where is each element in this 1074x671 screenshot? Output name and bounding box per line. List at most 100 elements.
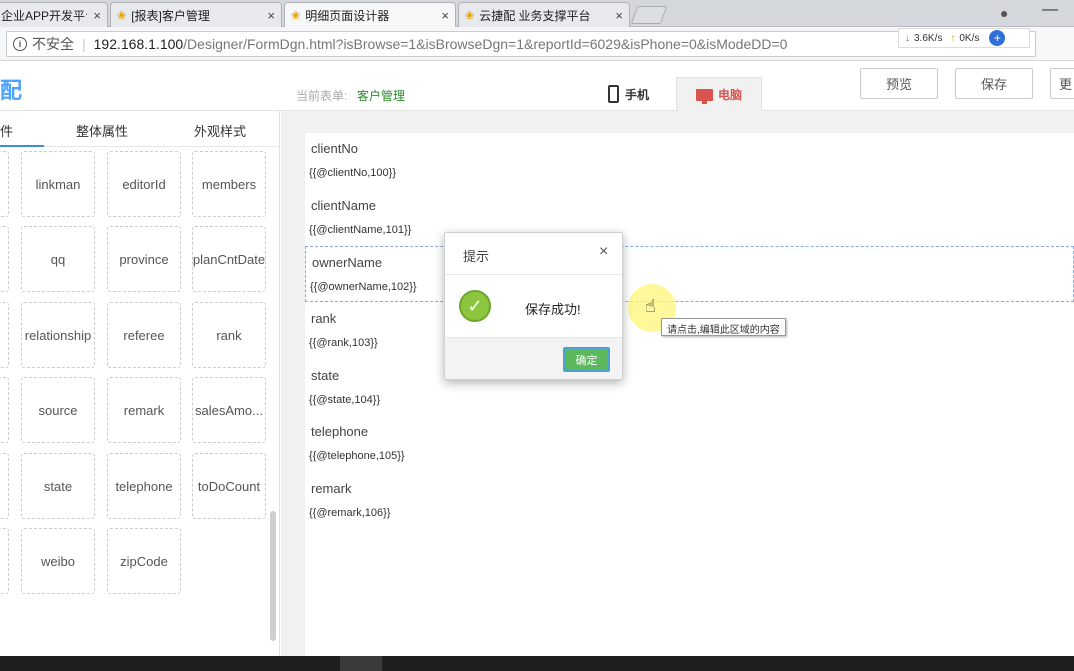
- divider: |: [82, 36, 86, 52]
- tab-pc-mode[interactable]: 电脑: [676, 77, 762, 111]
- taskbar-item[interactable]: [340, 656, 382, 671]
- field-block-telephone[interactable]: telephone {{@telephone,105}}: [305, 416, 1074, 472]
- network-speed-widget: ↓ 3.6K/s ↑ 0K/s +: [898, 28, 1030, 48]
- field-chip[interactable]: editorId: [107, 151, 181, 217]
- success-check-icon: ✓: [459, 290, 491, 322]
- panel-scrollbar[interactable]: [270, 511, 276, 641]
- field-chip[interactable]: weibo: [21, 528, 95, 594]
- browser-tab-title: [报表]客户管理: [131, 8, 210, 23]
- dialog-message: 保存成功!: [525, 302, 581, 317]
- field-grid: e linkman editorId members ... qq provin…: [0, 147, 270, 656]
- field-chip[interactable]: planCntDate: [192, 226, 266, 292]
- field-block-state[interactable]: state {{@state,104}}: [305, 360, 1074, 416]
- url-host: 192.168.1.100: [93, 36, 184, 52]
- close-icon[interactable]: ×: [615, 8, 623, 23]
- current-form-name: 客户管理: [357, 89, 406, 103]
- phone-icon: [608, 85, 619, 103]
- profile-icon[interactable]: ●: [1000, 5, 1008, 21]
- field-chip[interactable]: e: [0, 151, 9, 217]
- confirm-button[interactable]: 确定: [563, 347, 610, 372]
- dialog-body: ✓ 保存成功!: [445, 275, 622, 337]
- field-chip[interactable]: members: [192, 151, 266, 217]
- tab-appearance-style[interactable]: 外观样式: [194, 121, 246, 140]
- download-speed: 3.6K/s: [914, 32, 943, 44]
- field-chip[interactable]: relationship: [21, 302, 95, 368]
- field-block-remark[interactable]: remark {{@remark,106}}: [305, 473, 1074, 529]
- field-chip[interactable]: source: [21, 377, 95, 443]
- current-form-label: 当前表单:: [296, 89, 348, 103]
- field-chip[interactable]: linkman: [21, 151, 95, 217]
- field-block-clientno[interactable]: clientNo {{@clientNo,100}}: [305, 133, 1074, 189]
- hand-cursor-icon: ☝: [645, 296, 656, 316]
- field-chip[interactable]: salesAmo...: [192, 377, 266, 443]
- field-placeholder: {{@remark,106}}: [309, 507, 391, 519]
- browser-tab-designer[interactable]: ❀ 明细页面设计器 ×: [284, 2, 456, 28]
- panel-tabs: 件 整体属性 外观样式: [0, 111, 280, 147]
- field-chip[interactable]: zipCode: [107, 528, 181, 594]
- browser-tab-app-platform[interactable]: 企业APP开发平台 ×: [0, 2, 108, 27]
- field-placeholder: {{@state,104}}: [309, 394, 381, 406]
- favicon-icon: ❀: [291, 10, 301, 22]
- field-block-clientname[interactable]: clientName {{@clientName,101}}: [305, 190, 1074, 246]
- field-chip[interactable]: qq: [21, 226, 95, 292]
- logo: 配: [0, 78, 22, 103]
- close-icon[interactable]: ×: [599, 243, 608, 261]
- close-icon[interactable]: ×: [441, 8, 449, 23]
- field-chip[interactable]: remark: [107, 377, 181, 443]
- url-field[interactable]: i 不安全 | 192.168.1.100 /Designer/FormDgn.…: [6, 31, 1036, 57]
- more-button[interactable]: 更: [1050, 68, 1074, 99]
- field-chip[interactable]: rank: [192, 302, 266, 368]
- close-icon[interactable]: ×: [93, 8, 101, 23]
- field-label: clientNo: [311, 141, 358, 156]
- dialog-title: 提示: [463, 249, 490, 264]
- field-chip[interactable]: er: [0, 453, 9, 519]
- url-path: /Designer/FormDgn.html?isBrowse=1&isBrow…: [183, 36, 788, 52]
- browser-tab-title: 明细页面设计器: [305, 9, 390, 23]
- browser-tab-title: 云捷配 业务支撑平台: [479, 8, 591, 23]
- minimize-icon[interactable]: —: [1042, 1, 1058, 19]
- field-chip[interactable]: province: [107, 226, 181, 292]
- dialog-header: 提示 ×: [445, 233, 622, 275]
- browser-tab-yunjiepei[interactable]: ❀ 云捷配 业务支撑平台 ×: [458, 2, 630, 27]
- field-chip[interactable]: referee: [107, 302, 181, 368]
- save-success-dialog: 提示 × ✓ 保存成功! 确定: [444, 232, 623, 380]
- tab-pc-label: 电脑: [717, 88, 742, 102]
- extension-badge-icon[interactable]: +: [989, 30, 1006, 46]
- field-placeholder: {{@rank,103}}: [309, 337, 378, 349]
- monitor-icon: [695, 88, 713, 104]
- field-chip[interactable]: ...: [0, 226, 9, 292]
- security-label: 不安全: [32, 36, 74, 52]
- field-chip[interactable]: toDoCount: [192, 453, 266, 519]
- field-label: telephone: [311, 424, 369, 439]
- preview-button[interactable]: 预览: [860, 68, 938, 99]
- save-button[interactable]: 保存: [955, 68, 1033, 99]
- field-chip[interactable]: c: [0, 302, 9, 368]
- field-placeholder: {{@telephone,105}}: [309, 450, 405, 462]
- upload-speed: 0K/s: [959, 32, 980, 44]
- close-icon[interactable]: ×: [267, 8, 275, 23]
- field-block-ownername[interactable]: ownerName {{@ownerName,102}}: [305, 246, 1074, 302]
- field-chip[interactable]: telephone: [107, 453, 181, 519]
- design-canvas: clientNo {{@clientNo,100}} clientName {{…: [281, 111, 1074, 656]
- edit-hint-tooltip: 请点击,编辑此区域的内容: [661, 318, 786, 336]
- browser-tab-strip: 企业APP开发平台 × ❀ [报表]客户管理 × ❀ 明细页面设计器 × ❀ 云…: [0, 0, 1074, 28]
- field-label: rank: [311, 311, 337, 326]
- new-tab-button[interactable]: [630, 6, 668, 24]
- tab-components[interactable]: 件: [0, 121, 13, 140]
- browser-tab-title: 企业APP开发平台: [1, 8, 87, 23]
- dialog-footer: 确定: [445, 337, 622, 379]
- tab-phone-mode[interactable]: 手机: [608, 77, 649, 111]
- field-label: remark: [311, 481, 352, 496]
- browser-tab-customer-report[interactable]: ❀ [报表]客户管理 ×: [110, 2, 282, 27]
- tab-phone-label: 手机: [625, 87, 650, 102]
- tab-global-properties[interactable]: 整体属性: [76, 121, 128, 140]
- field-placeholder: {{@ownerName,102}}: [310, 281, 417, 293]
- field-chip[interactable]: d: [0, 528, 9, 594]
- field-chip[interactable]: ...: [0, 377, 9, 443]
- field-placeholder: {{@clientName,101}}: [309, 224, 412, 236]
- favicon-icon: ❀: [465, 9, 475, 22]
- field-chip[interactable]: state: [21, 453, 95, 519]
- form-preview: clientNo {{@clientNo,100}} clientName {{…: [305, 133, 1074, 656]
- os-taskbar: [0, 656, 1074, 671]
- info-icon[interactable]: i: [13, 37, 27, 51]
